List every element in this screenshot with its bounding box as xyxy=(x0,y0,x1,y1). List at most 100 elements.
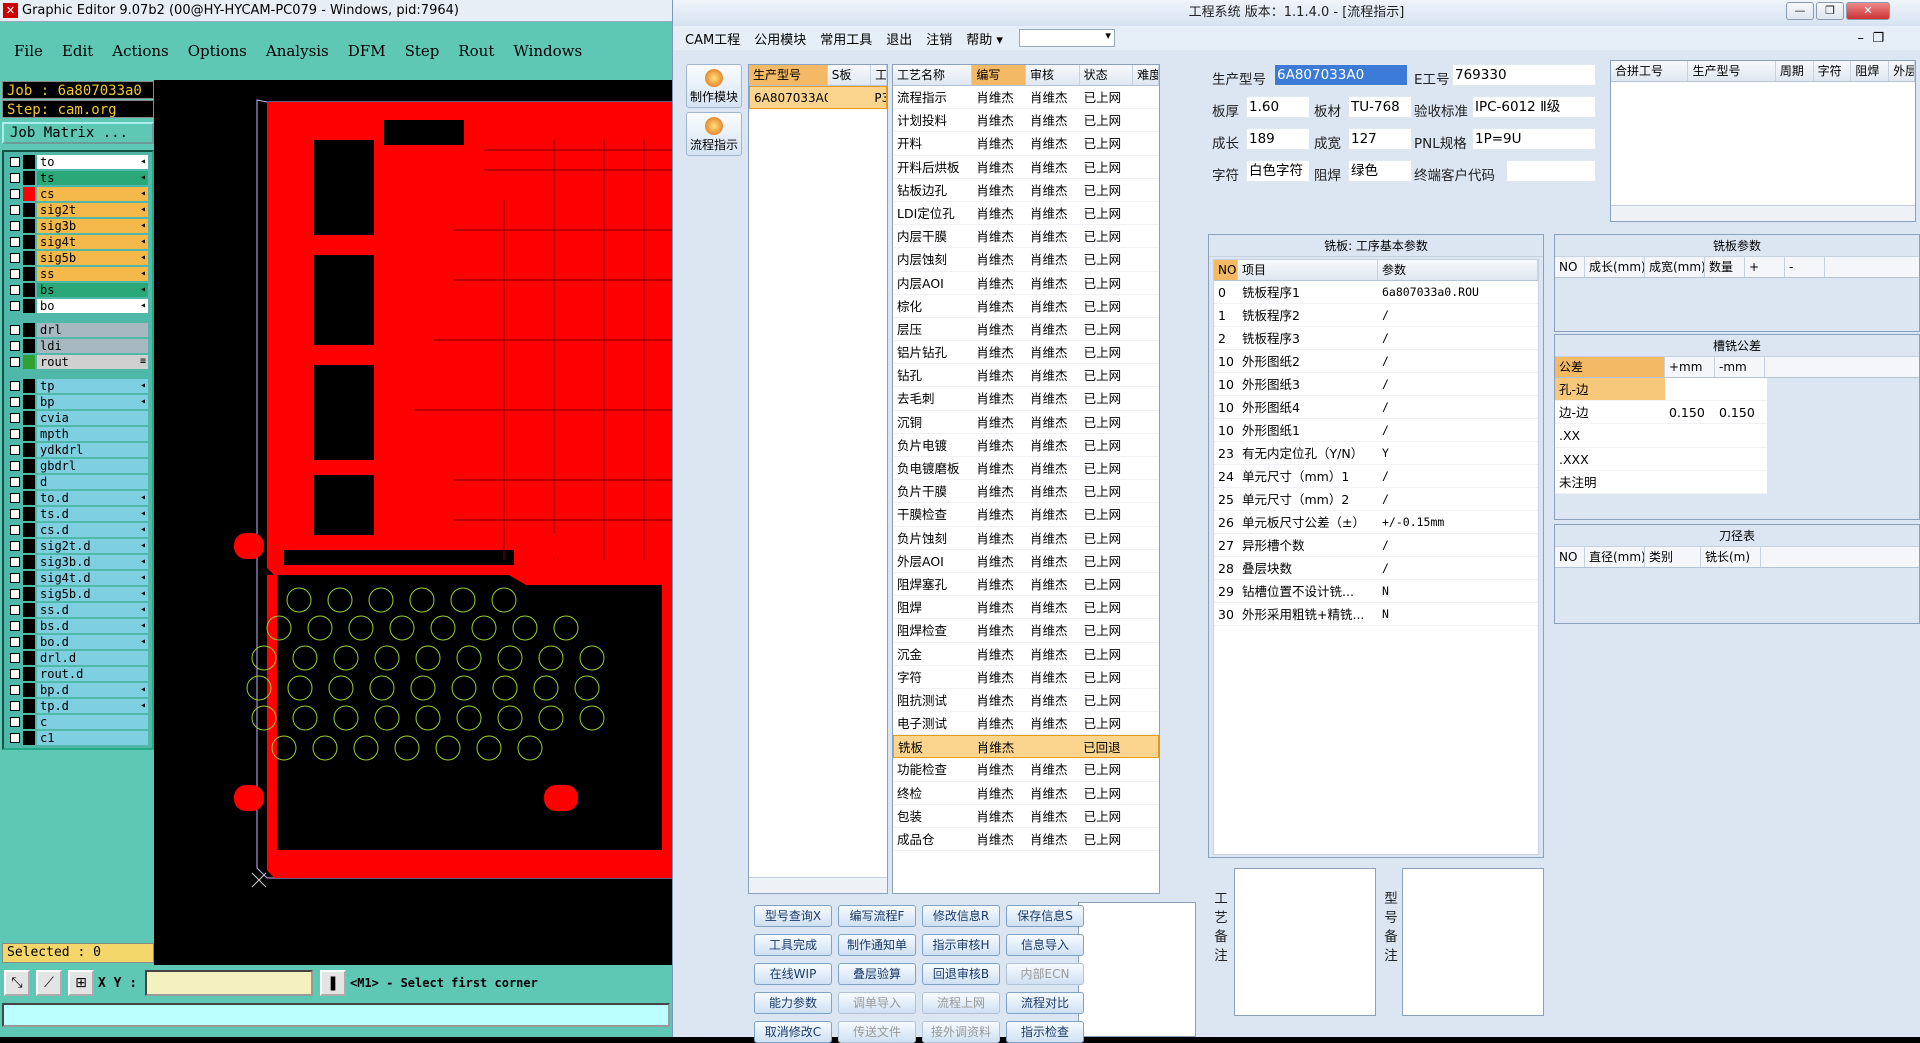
action-button[interactable]: 型号查询X xyxy=(754,905,832,927)
menu-dfm[interactable]: DFM xyxy=(348,42,386,60)
layer-name[interactable]: bo xyxy=(37,299,148,313)
nav-make-module[interactable]: 制作模块 xyxy=(686,64,742,108)
col-work[interactable]: 工 xyxy=(871,65,887,85)
layer-checkbox[interactable] xyxy=(10,573,20,583)
layer-row-gbdrl[interactable]: gbdrl xyxy=(6,458,150,474)
layer-name[interactable]: drl xyxy=(37,323,148,337)
layer-row-sig5b.d[interactable]: sig5b.d xyxy=(6,586,150,602)
layer-checkbox[interactable] xyxy=(10,253,20,263)
layer-name[interactable]: sig2t.d xyxy=(37,539,148,553)
layer-color-swatch[interactable] xyxy=(23,355,35,369)
thickness-field[interactable]: 1.60 xyxy=(1246,96,1310,118)
menu-common-tools[interactable]: 常用工具 xyxy=(820,29,872,48)
layer-row-ldi[interactable]: ldi xyxy=(6,338,150,354)
menu-common-module[interactable]: 公用模块 xyxy=(754,29,806,48)
layer-name[interactable]: bp.d xyxy=(37,683,148,697)
param-row[interactable]: 23 有无内定位孔（Y/N） Y xyxy=(1214,442,1538,465)
layer-checkbox[interactable] xyxy=(10,525,20,535)
col-tol-minus[interactable]: -mm xyxy=(1715,357,1765,377)
action-button[interactable]: 内部ECN xyxy=(1006,963,1084,985)
menu-edit[interactable]: Edit xyxy=(62,42,93,60)
process-row[interactable]: 铣板 肖维杰 已回退 xyxy=(893,735,1159,759)
layer-row-c[interactable]: c xyxy=(6,714,150,730)
pause-icon[interactable]: ❚ xyxy=(320,970,346,996)
layer-name[interactable]: cs.d xyxy=(37,523,148,537)
layer-checkbox[interactable] xyxy=(10,237,20,247)
layer-name[interactable]: sig5b.d xyxy=(37,587,148,601)
layer-name[interactable]: d xyxy=(37,475,148,489)
col-difficulty[interactable]: 难度 xyxy=(1133,65,1159,85)
layer-row-sig4t.d[interactable]: sig4t.d xyxy=(6,570,150,586)
standard-field[interactable]: IPC-6012 Ⅱ级 xyxy=(1472,96,1596,118)
layer-name[interactable]: to.d xyxy=(37,491,148,505)
process-row[interactable]: 开料后烘板 肖维杰 肖维杰 已上网 xyxy=(893,156,1159,179)
process-row[interactable]: 阻焊塞孔 肖维杰 肖维杰 已上网 xyxy=(893,573,1159,597)
layer-row-tp[interactable]: tp xyxy=(6,378,150,394)
action-button[interactable]: 编写流程F xyxy=(838,905,916,927)
width-field[interactable]: 127 xyxy=(1348,128,1412,150)
layer-color-swatch[interactable] xyxy=(23,571,35,585)
layer-checkbox[interactable] xyxy=(10,605,20,615)
layer-name[interactable]: rout xyxy=(37,355,148,369)
col-tool-type[interactable]: 类别 xyxy=(1645,547,1701,567)
layer-color-swatch[interactable] xyxy=(23,539,35,553)
layer-color-swatch[interactable] xyxy=(23,155,35,169)
layer-row-ts.d[interactable]: ts.d xyxy=(6,506,150,522)
process-row[interactable]: 计划投料 肖维杰 肖维杰 已上网 xyxy=(893,109,1159,133)
nav-process-guide[interactable]: 流程指示 xyxy=(686,112,742,156)
layer-color-swatch[interactable] xyxy=(23,443,35,457)
measure-icon[interactable]: ⟋ xyxy=(36,970,62,996)
menu-combo[interactable] xyxy=(1018,29,1115,47)
process-row[interactable]: 包装 肖维杰 肖维杰 已上网 xyxy=(893,805,1159,828)
layer-checkbox[interactable] xyxy=(10,461,20,471)
layer-color-swatch[interactable] xyxy=(23,283,35,297)
zoom-icon[interactable]: ⤡ xyxy=(4,970,30,996)
layer-checkbox[interactable] xyxy=(10,509,20,519)
process-row[interactable]: 去毛刺 肖维杰 肖维杰 已上网 xyxy=(893,387,1159,411)
layer-color-swatch[interactable] xyxy=(23,603,35,617)
col-bp-minus[interactable]: - xyxy=(1785,257,1825,277)
menu-file[interactable]: File xyxy=(14,42,43,60)
layer-checkbox[interactable] xyxy=(10,653,20,663)
action-button[interactable]: 流程上网 xyxy=(922,992,1000,1014)
action-button[interactable]: 回退审核B xyxy=(922,963,1000,985)
menu-exit[interactable]: 退出 xyxy=(886,29,912,48)
layer-checkbox[interactable] xyxy=(10,557,20,567)
close-icon[interactable]: ✕ xyxy=(1846,2,1890,20)
menu-analysis[interactable]: Analysis xyxy=(266,42,329,60)
col-s-board[interactable]: S板 xyxy=(828,65,872,85)
layer-row-sig5b[interactable]: sig5b xyxy=(6,250,150,266)
layer-name[interactable]: sig4t.d xyxy=(37,571,148,585)
layer-row-sig3b.d[interactable]: sig3b.d xyxy=(6,554,150,570)
process-row[interactable]: 外层AOI 肖维杰 肖维杰 已上网 xyxy=(893,550,1159,573)
col-outer[interactable]: 外层 xyxy=(1889,61,1916,81)
layer-checkbox[interactable] xyxy=(10,173,20,183)
menu-step[interactable]: Step xyxy=(405,42,440,60)
layer-checkbox[interactable] xyxy=(10,381,20,391)
maximize-icon[interactable]: ❐ xyxy=(1816,2,1844,20)
layer-row-bs.d[interactable]: bs.d xyxy=(6,618,150,634)
layer-row-to.d[interactable]: to.d xyxy=(6,490,150,506)
layer-name[interactable]: ldi xyxy=(37,339,148,353)
col-param-value[interactable]: 参数 xyxy=(1378,260,1538,280)
layer-row-drl[interactable]: drl xyxy=(6,322,150,338)
layer-name[interactable]: bo.d xyxy=(37,635,148,649)
model-remark-box[interactable] xyxy=(1402,868,1544,1016)
param-row[interactable]: 26 单元板尺寸公差（±） +/-0.15mm xyxy=(1214,511,1538,534)
pcb-canvas[interactable] xyxy=(154,80,672,965)
layer-color-swatch[interactable] xyxy=(23,171,35,185)
layer-checkbox[interactable] xyxy=(10,477,20,487)
process-row[interactable]: 棕化 肖维杰 肖维杰 已上网 xyxy=(893,295,1159,318)
col-merge-model[interactable]: 生产型号 xyxy=(1688,61,1776,81)
model-field[interactable]: 6A807033A0 xyxy=(1274,64,1408,86)
layer-row-mpth[interactable]: mpth xyxy=(6,426,150,442)
process-row[interactable]: 内层干膜 肖维杰 肖维杰 已上网 xyxy=(893,225,1159,249)
customer-code-field[interactable] xyxy=(1506,160,1596,182)
process-row[interactable]: 钻板边孔 肖维杰 肖维杰 已上网 xyxy=(893,179,1159,202)
layer-checkbox[interactable] xyxy=(10,397,20,407)
layer-name[interactable]: ss xyxy=(37,267,148,281)
layer-checkbox[interactable] xyxy=(10,493,20,503)
param-row[interactable]: 10 外形图纸2 / xyxy=(1214,350,1538,373)
col-param-item[interactable]: 项目 xyxy=(1238,260,1378,280)
layer-name[interactable]: c xyxy=(37,715,148,729)
